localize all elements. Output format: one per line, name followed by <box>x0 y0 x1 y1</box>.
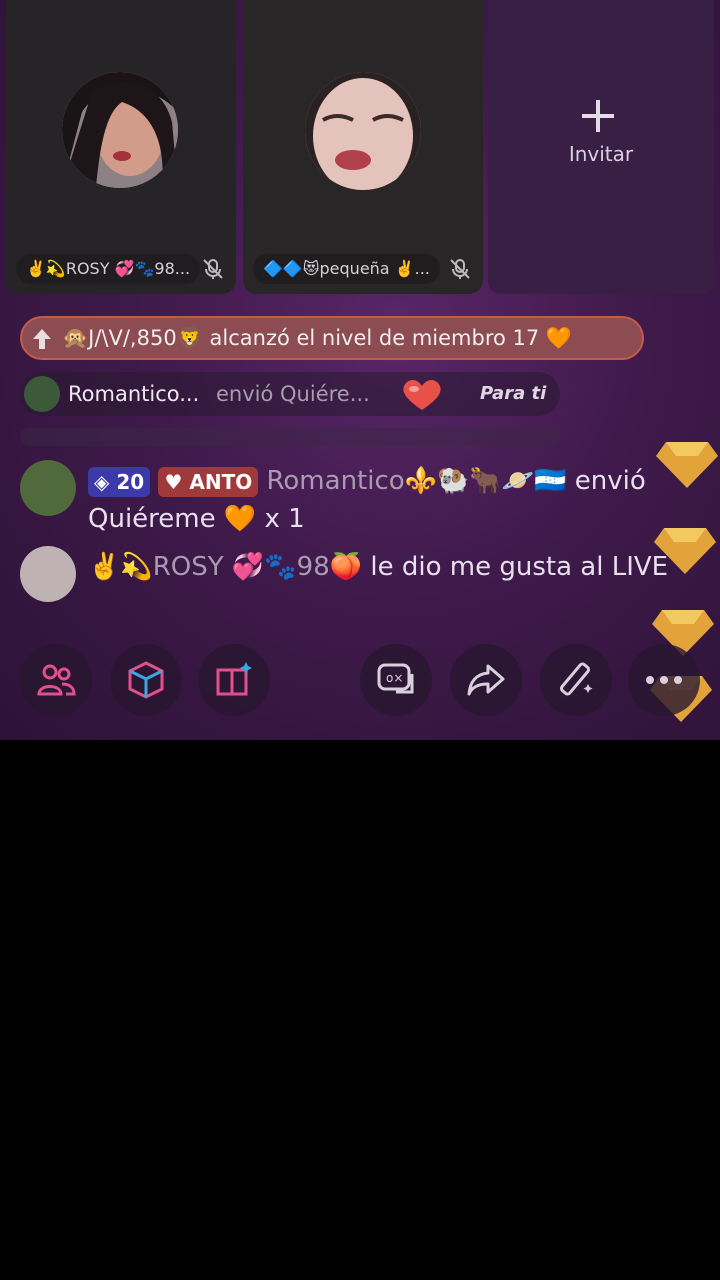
heart-gift-icon <box>403 379 441 410</box>
banner-text: 🙊J/\V/,850🦁 alcanzó el nivel de miembro … <box>62 326 573 350</box>
chat-text: envió <box>574 466 646 496</box>
mic-muted-icon <box>203 259 223 279</box>
chat-avatar[interactable] <box>20 460 76 516</box>
gift-notification-bar[interactable]: Romantico... envió Quiére... Para ti <box>20 372 560 416</box>
svg-text:o×: o× <box>386 671 403 685</box>
diamond-icon <box>656 442 718 488</box>
mic-muted-icon <box>450 259 470 279</box>
member-level-banner: 🙊J/\V/,850🦁 alcanzó el nivel de miembro … <box>20 316 644 360</box>
gift-action-text: envió Quiére... <box>216 382 370 406</box>
effects-button[interactable] <box>540 644 612 716</box>
guests-button[interactable] <box>20 644 92 716</box>
share-button[interactable] <box>450 644 522 716</box>
diamond-icon <box>654 528 716 574</box>
guest-avatar-1 <box>62 72 178 188</box>
invite-tile[interactable]: Invitar <box>488 0 714 294</box>
people-icon <box>37 664 76 696</box>
cube-icon <box>128 661 164 699</box>
chat-avatar[interactable] <box>20 546 76 602</box>
gift-sender-name: Romantico... <box>68 382 200 406</box>
chat-divider <box>20 428 560 446</box>
guest-name-1: ✌️💫ROSY 💞🐾98... <box>16 254 201 284</box>
chat-username[interactable]: Romantico⚜️🐏🐂🪐🇭🇳 <box>267 466 567 496</box>
chat-text: Quiéreme 🧡 x 1 <box>88 504 305 534</box>
chat-username[interactable]: ✌️💫ROSY 💞🐾98🍑 <box>88 552 362 582</box>
fan-club-badge: ♥ ANTO <box>158 466 259 497</box>
chat-text: le dio me gusta al LIVE <box>370 552 669 582</box>
share-icon <box>467 664 505 696</box>
comment-button[interactable]: o× <box>360 644 432 716</box>
more-icon <box>646 676 682 684</box>
chat-message: ◈ 20 ♥ ANTO Romantico⚜️🐏🐂🪐🇭🇳 envió Quiér… <box>88 462 708 538</box>
guest-name-2: 🔷🔷😻pequeña ✌️... <box>253 254 440 284</box>
guest-tile-1[interactable]: ✌️💫ROSY 💞🐾98... <box>6 0 236 294</box>
more-button[interactable] <box>628 644 700 716</box>
gift-target-label: Para ti <box>480 383 547 404</box>
guest-tile-2[interactable]: 🔷🔷😻pequeña ✌️... <box>243 0 483 294</box>
invite-label: Invitar <box>568 142 634 166</box>
plus-icon <box>582 100 614 132</box>
wand-icon <box>559 662 593 696</box>
guide-button[interactable] <box>198 644 270 716</box>
chat-message: ✌️💫ROSY 💞🐾98🍑 le dio me gusta al LIVE <box>88 548 708 586</box>
comment-icon: o× <box>377 663 414 694</box>
guest-avatar-2 <box>305 72 421 190</box>
book-sparkle-icon <box>216 662 252 696</box>
sender-avatar <box>24 376 60 412</box>
gift-box-button[interactable] <box>110 644 182 716</box>
live-stream-view: ✌️💫ROSY 💞🐾98... 🔷🔷😻pequeña ✌️... Invitar… <box>0 0 720 740</box>
arrow-up-icon <box>22 318 62 358</box>
level-badge: ◈ 20 <box>88 466 151 497</box>
